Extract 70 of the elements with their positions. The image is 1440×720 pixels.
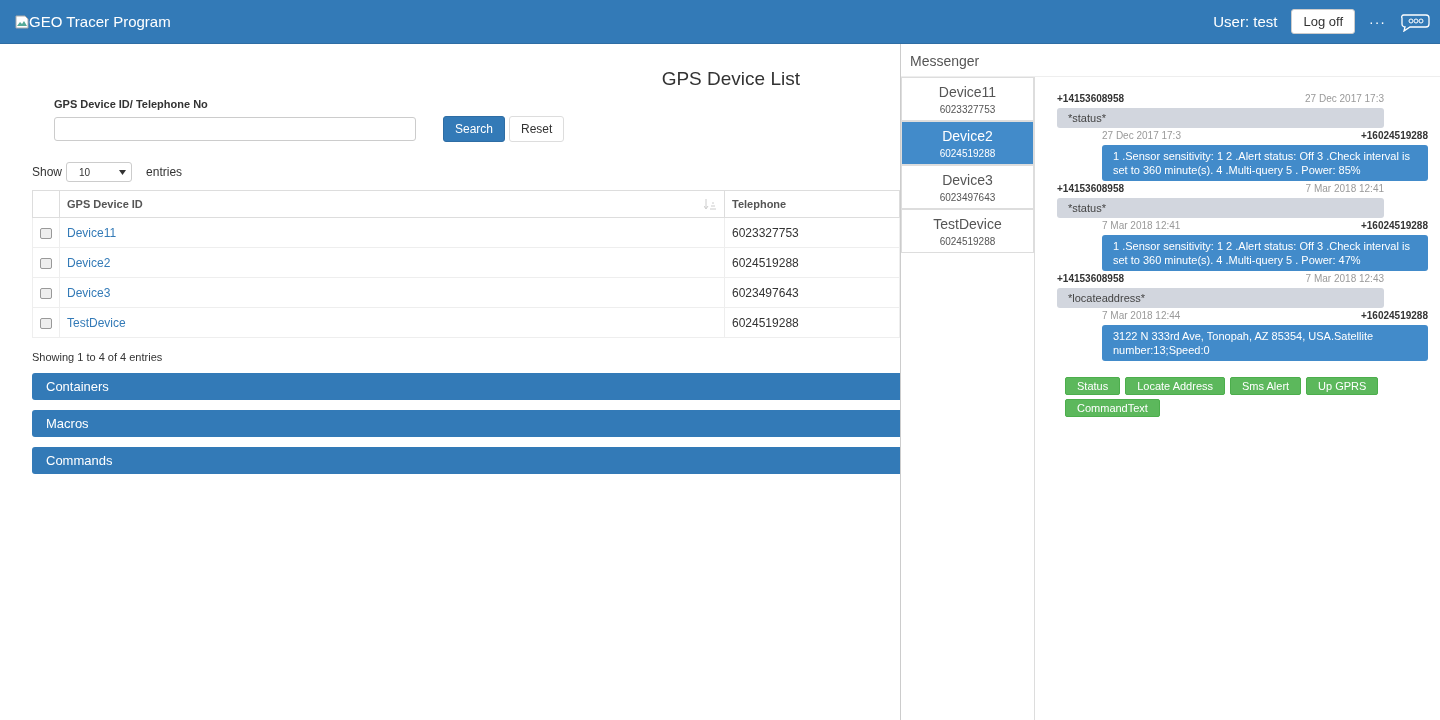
command-bubble: *status* [1057,108,1384,128]
table-cell: 6024519288 [732,315,799,330]
command-bubble: *status* [1057,198,1384,218]
device-name: Device3 [941,172,994,188]
reply-bubble: 3122 N 333rd Ave, Tonopah, AZ 85354, USA.Satellite number:13;Speed:0 [1102,325,1428,361]
sender-number: +14153608958 [1057,273,1125,284]
chat-bubble-icon[interactable] [1400,11,1430,32]
user-label: User: test [1213,13,1278,30]
device-link[interactable]: Device3 [67,285,111,300]
command-button[interactable]: Status [1065,377,1121,395]
message-time: 7 Mar 2018 12:44 [1102,310,1181,321]
reply-bubble: 1 .Sensor sensitivity: 1 2 .Alert status: Off 3 .Check interval is set to 360 minute(s). 4 .Multi-query 5 . Power: 85% [1102,145,1428,181]
log-off-button[interactable]: Log off [1291,9,1355,34]
device-phone: 6023497643 [938,192,997,203]
page-size-select[interactable]: 10 [66,162,133,182]
device-item[interactable]: Device2 6024519288 [901,121,1034,165]
sender-number: +14153608958 [1057,93,1125,104]
panel-header[interactable]: Containers [32,373,900,400]
device-phone: 6023327753 [938,104,997,115]
row-checkbox[interactable] [40,317,52,329]
device-link[interactable]: TestDevice [67,315,126,330]
command-button[interactable]: Sms Alert [1230,377,1302,395]
search-field[interactable] [54,117,416,141]
column-header[interactable]: Telephone [732,198,787,210]
search-button[interactable]: Search [443,116,506,142]
device-name: TestDevice [932,216,1003,232]
device-item[interactable]: TestDevice 6024519288 [901,209,1034,253]
row-checkbox[interactable] [40,257,52,269]
command-bubble: *locateaddress* [1057,288,1384,308]
message-time: 7 Mar 2018 12:43 [1305,273,1384,284]
reset-button[interactable]: Reset [509,116,565,142]
table-cell: 6023327753 [732,225,799,240]
caret-icon [119,169,127,175]
sender-number: +16024519288 [1360,310,1428,321]
device-item[interactable]: Device11 6023327753 [901,77,1034,121]
reply-bubble: 1 .Sensor sensitivity: 1 2 .Alert status: Off 3 .Check interval is set to 360 minute(s). 4 .Multi-query 5 . Power: 47% [1102,235,1428,271]
row-checkbox[interactable] [40,287,52,299]
sort-icon[interactable] [704,199,716,210]
sender-number: +14153608958 [1057,183,1125,194]
page-title: GPS Device List [660,68,800,90]
messenger-title: Messenger [901,44,1440,77]
device-link[interactable]: Device2 [67,255,111,270]
entries-label: entries [146,165,183,179]
message-time: 27 Dec 2017 17:3 [1305,93,1384,104]
panel-header[interactable]: Commands [32,447,900,474]
device-link[interactable]: Device11 [67,225,117,240]
command-button[interactable]: CommandText [1065,399,1160,417]
search-label: GPS Device ID/ Telephone No [54,98,209,110]
command-button[interactable]: Up GPRS [1306,377,1379,395]
more-menu[interactable]: ··· [1369,13,1386,30]
panel-header[interactable]: Macros [32,410,900,437]
message-time: 7 Mar 2018 12:41 [1102,220,1181,231]
table-cell: 6023497643 [732,285,799,300]
app-title: GEO Tracer Program [29,13,171,30]
table-info: Showing 1 to 4 of 4 entries [32,351,164,363]
device-name: Device2 [941,128,994,144]
column-header[interactable]: GPS Device ID [67,198,143,210]
sender-number: +16024519288 [1360,130,1428,141]
broken-image-icon [15,14,29,29]
show-label: Show [32,165,63,179]
device-name: Device11 [937,84,998,100]
device-phone: 6024519288 [938,148,997,159]
message-time: 7 Mar 2018 12:41 [1305,183,1384,194]
row-checkbox[interactable] [40,227,52,239]
message-time: 27 Dec 2017 17:3 [1102,130,1181,141]
table-cell: 6024519288 [732,255,799,270]
device-phone: 6024519288 [938,236,997,247]
sender-number: +16024519288 [1360,220,1428,231]
device-item[interactable]: Device3 6023497643 [901,165,1034,209]
command-button[interactable]: Locate Address [1125,377,1226,395]
